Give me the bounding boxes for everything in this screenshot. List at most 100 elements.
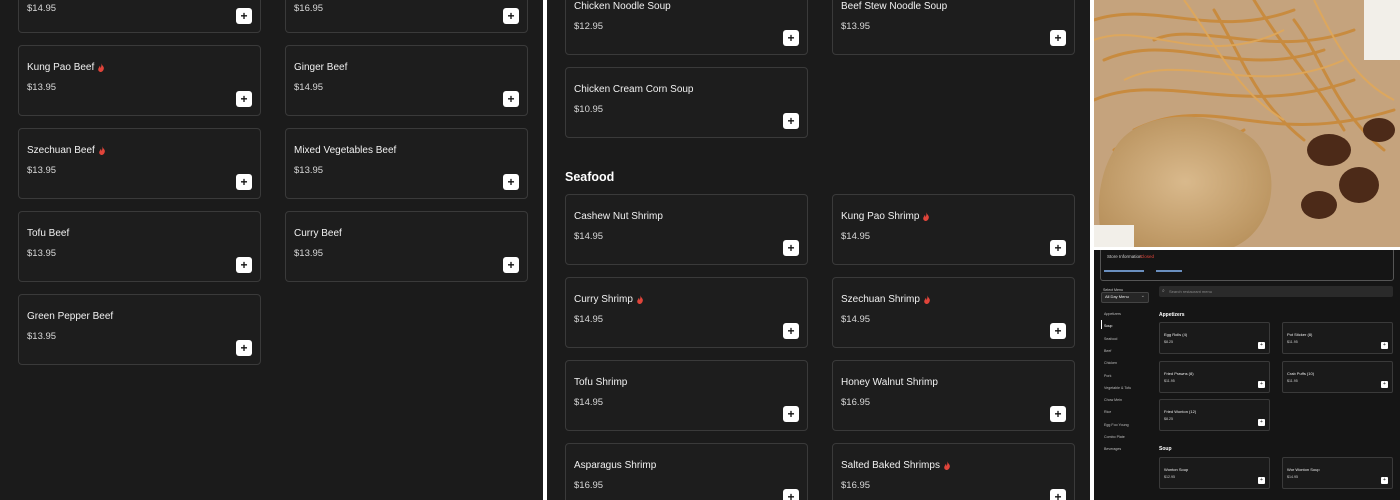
select-menu-dropdown[interactable]: All Day Menu ⌄ (1101, 292, 1149, 303)
item-name: Asparagus Shrimp (574, 460, 657, 471)
item-price: $14.95 (574, 314, 604, 325)
item-name-row: Honey Walnut Shrimp (841, 377, 938, 388)
add-to-cart-button[interactable]: + (783, 489, 799, 500)
item-name: Wonton Soup (1164, 467, 1189, 472)
add-to-cart-button[interactable]: + (783, 30, 799, 46)
item-name-row: Chicken Noodle Soup (574, 1, 671, 12)
menu-item-card[interactable]: Szechuan Shrimp $14.95 + (832, 277, 1075, 348)
item-name-row: Green Pepper Beef (27, 311, 113, 322)
item-price: $12.95 (1164, 475, 1175, 479)
active-indicator (1101, 320, 1102, 329)
phone-link[interactable] (1156, 270, 1182, 272)
mini-menu-item-card[interactable]: Fried Wonton (12) $8.25 + (1159, 399, 1270, 431)
add-to-cart-button[interactable]: + (1050, 489, 1066, 500)
sidebar-item[interactable]: Chow Mein (1104, 398, 1122, 402)
menu-item-card[interactable]: Kung Pao Shrimp $14.95 + (832, 194, 1075, 265)
menu-item-card[interactable]: Tofu Beef $13.95 + (18, 211, 261, 282)
mini-menu-item-card[interactable]: Fried Prawns (8) $11.95 + (1159, 361, 1270, 393)
mini-menu-item-card[interactable]: Crab Puffs (10) $11.95 + (1282, 361, 1393, 393)
section-title-seafood: Seafood (565, 170, 615, 184)
search-input[interactable]: ⌕ Search restaurant menu (1159, 286, 1393, 297)
item-price: $11.95 (1164, 379, 1175, 383)
sidebar-item[interactable]: Seafood (1104, 337, 1117, 341)
select-menu-value: All Day Menu (1105, 294, 1129, 299)
add-to-cart-button[interactable]: + (503, 257, 519, 273)
add-to-cart-button[interactable]: + (783, 240, 799, 256)
item-name: Wor Wonton Soup (1287, 467, 1320, 472)
food-photo (1094, 0, 1400, 247)
menu-item-card[interactable]: Asparagus Shrimp $16.95 + (565, 443, 808, 500)
menu-item-card[interactable]: Curry Beef $13.95 + (285, 211, 528, 282)
add-to-cart-button[interactable]: + (1258, 342, 1265, 349)
menu-item-card[interactable]: Szechuan Beef $13.95 + (18, 128, 261, 199)
item-name-row: Chicken Cream Corn Soup (574, 84, 694, 95)
item-name: Chicken Noodle Soup (574, 1, 671, 12)
add-to-cart-button[interactable]: + (1050, 30, 1066, 46)
add-to-cart-button[interactable]: + (783, 406, 799, 422)
sidebar-item[interactable]: Vegetable & Tofu (1104, 386, 1131, 390)
add-to-cart-button[interactable]: + (1050, 406, 1066, 422)
item-price: $8.25 (1164, 340, 1173, 344)
mini-menu-item-card[interactable]: Egg Rolls (4) $8.25 + (1159, 322, 1270, 354)
item-name-row: Curry Shrimp (574, 294, 644, 305)
sidebar-item[interactable]: Combo Plate (1104, 435, 1125, 439)
sidebar-item[interactable]: Pork (1104, 374, 1111, 378)
sidebar-item[interactable]: Beef (1104, 349, 1111, 353)
add-to-cart-button[interactable]: + (236, 257, 252, 273)
item-name: Egg Rolls (4) (1164, 332, 1188, 337)
item-price: $13.95 (27, 248, 57, 259)
menu-item-card[interactable]: Salted Baked Shrimps $16.95 + (832, 443, 1075, 500)
sidebar-item[interactable]: Egg Foo Young (1104, 423, 1129, 427)
add-to-cart-button[interactable]: + (503, 8, 519, 24)
menu-item-card[interactable]: Honey Walnut Shrimp $16.95 + (832, 360, 1075, 431)
add-to-cart-button[interactable]: + (1050, 323, 1066, 339)
spicy-icon (637, 295, 643, 304)
mini-menu-item-card[interactable]: Pot Sticker (8) $11.95 + (1282, 322, 1393, 354)
sidebar-item[interactable]: Beverages (1104, 447, 1121, 451)
add-to-cart-button[interactable]: + (236, 8, 252, 24)
sidebar-item[interactable]: Appetizers (1104, 312, 1121, 316)
menu-item-card[interactable]: Ginger Beef $14.95 + (285, 45, 528, 116)
add-to-cart-button[interactable]: + (1258, 477, 1265, 484)
item-name: Szechuan Beef (27, 145, 95, 156)
add-to-cart-button[interactable]: + (236, 340, 252, 356)
add-to-cart-button[interactable]: + (1258, 381, 1265, 388)
add-to-cart-button[interactable]: + (783, 323, 799, 339)
add-to-cart-button[interactable]: + (236, 174, 252, 190)
add-to-cart-button[interactable]: + (503, 174, 519, 190)
section-title-soup: Soup (1159, 446, 1172, 452)
add-to-cart-button[interactable]: + (503, 91, 519, 107)
item-name: Mixed Vegetables Beef (294, 145, 397, 156)
menu-item-card[interactable]: Tofu Shrimp $14.95 + (565, 360, 808, 431)
sidebar-item[interactable]: Soup (1104, 324, 1112, 328)
add-to-cart-button[interactable]: + (236, 91, 252, 107)
add-to-cart-button[interactable]: + (1381, 342, 1388, 349)
menu-item-card[interactable]: Chicken Noodle Soup $12.95 + (565, 0, 808, 55)
item-price: $13.95 (27, 165, 57, 176)
address-link[interactable] (1104, 270, 1144, 272)
menu-item-card[interactable]: Curry Shrimp $14.95 + (565, 277, 808, 348)
mini-menu-item-card[interactable]: Wonton Soup $12.95 + (1159, 457, 1270, 489)
menu-item-card[interactable]: $14.95 + (18, 0, 261, 33)
right-column: Store Information Closed Select Menu All… (1094, 0, 1400, 500)
menu-item-card[interactable]: $16.95 + (285, 0, 528, 33)
item-price: $13.95 (294, 165, 324, 176)
sidebar-item[interactable]: Rice (1104, 410, 1111, 414)
item-price: $16.95 (294, 3, 324, 14)
add-to-cart-button[interactable]: + (1381, 381, 1388, 388)
menu-item-card[interactable]: Chicken Cream Corn Soup $10.95 + (565, 67, 808, 138)
menu-item-card[interactable]: Green Pepper Beef $13.95 + (18, 294, 261, 365)
mini-menu-item-card[interactable]: Wor Wonton Soup $14.95 + (1282, 457, 1393, 489)
menu-item-card[interactable]: Beef Stew Noodle Soup $13.95 + (832, 0, 1075, 55)
add-to-cart-button[interactable]: + (783, 113, 799, 129)
menu-item-card[interactable]: Cashew Nut Shrimp $14.95 + (565, 194, 808, 265)
item-price: $16.95 (841, 397, 871, 408)
menu-item-card[interactable]: Mixed Vegetables Beef $13.95 + (285, 128, 528, 199)
add-to-cart-button[interactable]: + (1258, 419, 1265, 426)
add-to-cart-button[interactable]: + (1050, 240, 1066, 256)
add-to-cart-button[interactable]: + (1381, 477, 1388, 484)
item-price: $14.95 (1287, 475, 1298, 479)
sidebar-item[interactable]: Chicken (1104, 361, 1117, 365)
item-name: Szechuan Shrimp (841, 294, 920, 305)
menu-item-card[interactable]: Kung Pao Beef $13.95 + (18, 45, 261, 116)
